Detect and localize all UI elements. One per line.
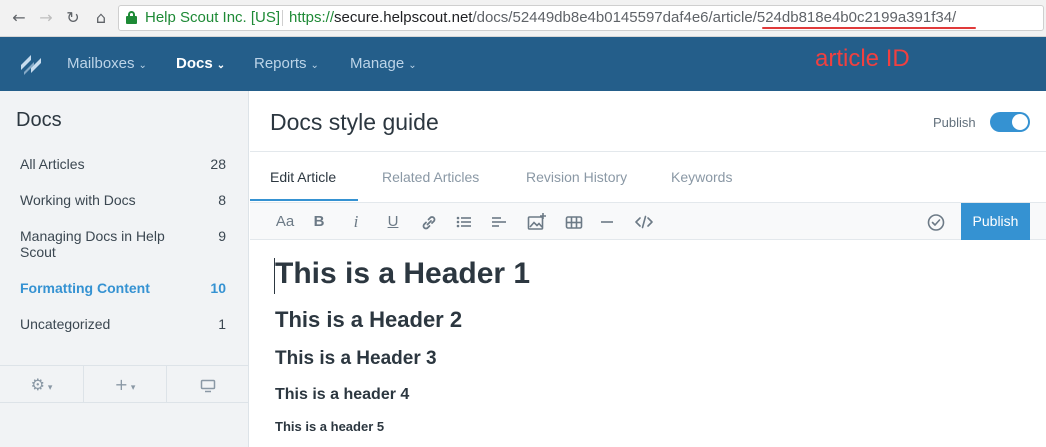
sidebar-item-formatting-content[interactable]: Formatting Content 10	[20, 280, 228, 296]
chevron-down-icon: ▾	[128, 383, 136, 393]
main-panel: Docs style guide Publish Edit Article Re…	[250, 91, 1046, 447]
page-title: Docs style guide	[270, 109, 439, 135]
publish-button[interactable]: Publish	[961, 203, 1030, 240]
item-count: 28	[210, 156, 226, 172]
horizontal-rule-button[interactable]	[600, 212, 614, 232]
plus-icon: +	[114, 375, 128, 394]
image-add-icon	[527, 213, 546, 230]
item-count: 8	[218, 192, 226, 208]
italic-button[interactable]: i	[350, 212, 362, 232]
nav-docs[interactable]: Docs ⌄	[176, 55, 225, 75]
item-count: 9	[218, 228, 226, 244]
bullet-list-button[interactable]	[456, 212, 472, 232]
sidebar-item-managing-docs[interactable]: Managing Docs in Help Scout 9	[20, 228, 228, 260]
active-tab-indicator	[250, 199, 358, 201]
tab-edit-article[interactable]: Edit Article	[270, 169, 336, 185]
lock-icon	[126, 11, 137, 24]
item-count: 10	[210, 280, 226, 296]
code-view-button[interactable]	[634, 212, 654, 232]
browser-toolbar: ← → ↻ ⌂ Help Scout Inc. [US] https://sec…	[0, 0, 1046, 37]
link-icon	[422, 216, 436, 230]
sidebar-footer: ⚙ ▾ + ▾	[0, 365, 249, 403]
item-count: 1	[218, 316, 226, 332]
underline-button[interactable]: U	[386, 212, 400, 232]
chevron-down-icon: ⌄	[310, 60, 319, 71]
heading-4[interactable]: This is a header 4	[275, 386, 409, 404]
gear-icon: ⚙	[30, 375, 45, 394]
code-icon	[635, 215, 653, 229]
preview-button[interactable]	[166, 366, 249, 403]
sidebar-item-working-with-docs[interactable]: Working with Docs 8	[20, 192, 228, 208]
settings-menu-button[interactable]: ⚙ ▾	[0, 366, 83, 403]
helpscout-logo-icon[interactable]	[18, 51, 44, 77]
heading-2[interactable]: This is a Header 2	[275, 307, 462, 333]
reload-icon[interactable]: ↻	[64, 9, 82, 27]
nav-mailboxes[interactable]: Mailboxes ⌄	[67, 55, 147, 75]
editor-toolbar: Aa B i U Publish	[250, 202, 1046, 240]
site-organization: Help Scout Inc. [US]	[145, 9, 281, 26]
publish-toggle[interactable]	[990, 112, 1030, 132]
heading-5[interactable]: This is a header 5	[275, 419, 384, 434]
save-status-button[interactable]	[926, 212, 946, 232]
home-icon[interactable]: ⌂	[92, 9, 110, 27]
forward-icon[interactable]: →	[37, 9, 55, 27]
nav-reports[interactable]: Reports ⌄	[254, 55, 319, 75]
align-button[interactable]	[491, 212, 507, 232]
link-button[interactable]	[420, 212, 438, 232]
horizontal-rule-icon	[601, 221, 613, 223]
add-menu-button[interactable]: + ▾	[83, 366, 166, 403]
bullet-list-icon	[456, 216, 471, 228]
insert-table-button[interactable]	[565, 212, 583, 232]
sidebar-item-all-articles[interactable]: All Articles 28	[20, 156, 228, 172]
tab-related-articles[interactable]: Related Articles	[382, 169, 479, 185]
chevron-down-icon: ⌄	[138, 60, 147, 71]
tab-revision-history[interactable]: Revision History	[526, 169, 627, 185]
heading-1[interactable]: This is a Header 1	[275, 257, 530, 291]
align-left-icon	[492, 217, 506, 227]
font-size-button[interactable]: Aa	[274, 212, 296, 232]
sidebar-item-uncategorized[interactable]: Uncategorized 1	[20, 316, 228, 332]
tab-keywords[interactable]: Keywords	[671, 169, 732, 185]
back-icon[interactable]: ←	[10, 9, 28, 27]
heading-3[interactable]: This is a Header 3	[275, 348, 437, 370]
publish-toggle-label: Publish	[933, 115, 976, 130]
annotation-underline	[762, 27, 976, 29]
nav-manage[interactable]: Manage ⌄	[350, 55, 417, 75]
annotation-label: article ID	[815, 45, 910, 72]
table-icon	[565, 216, 583, 229]
chevron-down-icon: ▾	[44, 383, 53, 393]
insert-image-button[interactable]	[527, 212, 547, 232]
bold-button[interactable]: B	[312, 212, 326, 232]
check-circle-icon	[927, 214, 945, 231]
chevron-down-icon: ⌄	[216, 60, 226, 71]
sidebar-title: Docs	[16, 109, 62, 131]
sidebar: Docs All Articles 28 Working with Docs 8 M…	[0, 91, 249, 447]
monitor-icon	[200, 379, 216, 392]
chevron-down-icon: ⌄	[408, 60, 417, 71]
